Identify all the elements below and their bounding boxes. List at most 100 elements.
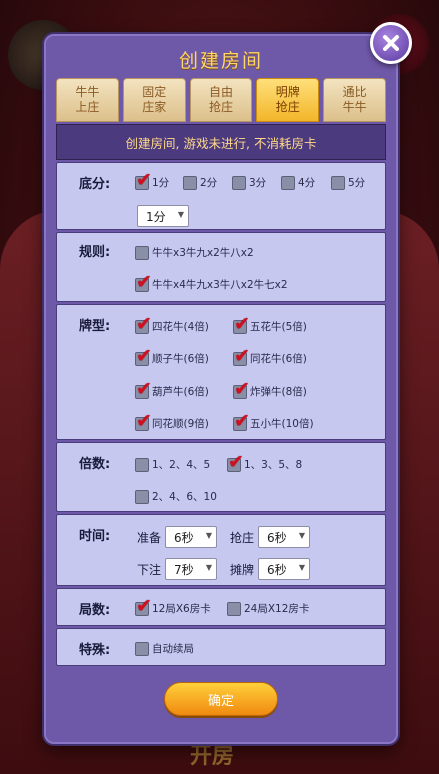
checkbox-icon[interactable] [135, 378, 152, 400]
option-label: 五花牛(5倍) [250, 321, 307, 333]
base-score-option-4[interactable]: 4分 [281, 175, 315, 190]
grab-banker-label: 抢庄 [230, 531, 255, 545]
checkbox-icon[interactable] [233, 378, 250, 400]
section-label: 倍数: [79, 457, 111, 472]
select-value: 6秒 [174, 530, 194, 545]
select-value: 6秒 [267, 562, 287, 577]
section-label: 底分: [79, 177, 111, 192]
bet-time-select[interactable]: 7秒 ▼ [165, 558, 217, 580]
chevron-down-icon: ▼ [298, 563, 305, 572]
option-label: 5分 [348, 177, 366, 189]
section-card-types: 牌型: 四花牛(4倍) 五花牛(5倍) 顺子牛(6倍) 同花牛(6倍) 葫芦牛(… [56, 304, 386, 440]
chevron-down-icon: ▼ [177, 210, 184, 219]
checkbox-icon[interactable] [232, 175, 246, 190]
dialog-title: 创建房间 [178, 50, 263, 72]
option-label: 12局X6房卡 [152, 603, 211, 615]
option-label: 1、2、4、5 [152, 459, 211, 471]
checkbox-icon[interactable] [135, 271, 152, 293]
card-type-option-7[interactable]: 同花顺(9倍) [135, 410, 209, 432]
checkbox-icon[interactable] [233, 410, 250, 432]
checkbox-icon[interactable] [331, 175, 345, 190]
checkbox-icon[interactable] [281, 175, 295, 190]
tab-niuniu-banker[interactable]: 牛牛 上庄 [56, 78, 119, 122]
multiplier-option-1[interactable]: 1、2、4、5 [135, 457, 210, 472]
section-time: 时间: 准备 6秒 ▼ 抢庄 6秒 ▼ 下注 7秒 ▼ 摊牌 6秒 ▼ [56, 514, 386, 586]
checkbox-icon[interactable] [227, 601, 241, 616]
checkbox-icon[interactable] [135, 313, 152, 335]
base-score-option-3[interactable]: 3分 [232, 175, 266, 190]
multiplier-option-3[interactable]: 2、4、6、10 [135, 489, 217, 504]
tab-compare-all[interactable]: 通比 牛牛 [323, 78, 386, 122]
option-label: 1、3、5、8 [244, 459, 303, 471]
close-icon [383, 35, 399, 51]
section-label: 时间: [79, 529, 111, 544]
chevron-down-icon: ▼ [205, 531, 212, 540]
section-base-score: 底分: 1分 2分 3分 4分 5分 1分 ▼ [56, 162, 386, 230]
card-type-option-3[interactable]: 顺子牛(6倍) [135, 345, 209, 367]
option-label: 2分 [200, 177, 218, 189]
rounds-option-2[interactable]: 24局X12房卡 [227, 601, 309, 616]
auto-continue-option[interactable]: 自动续局 [135, 641, 194, 656]
rounds-option-1[interactable]: 12局X6房卡 [135, 595, 211, 617]
chevron-down-icon: ▼ [298, 531, 305, 540]
section-label: 特殊: [79, 643, 111, 658]
checkbox-icon[interactable] [233, 345, 250, 367]
chevron-down-icon: ▼ [205, 563, 212, 572]
card-type-option-2[interactable]: 五花牛(5倍) [233, 313, 307, 335]
section-rounds: 局数: 12局X6房卡 24局X12房卡 [56, 588, 386, 626]
show-cards-label: 摊牌 [230, 563, 255, 577]
notice-banner: 创建房间, 游戏未进行, 不消耗房卡 [56, 124, 386, 160]
option-label: 顺子牛(6倍) [152, 353, 209, 365]
grab-time-select[interactable]: 6秒 ▼ [258, 526, 310, 548]
close-button[interactable] [370, 22, 412, 64]
prepare-time-select[interactable]: 6秒 ▼ [165, 526, 217, 548]
checkbox-icon[interactable] [135, 410, 152, 432]
card-type-option-8[interactable]: 五小牛(10倍) [233, 410, 314, 432]
tab-free-grab[interactable]: 自由 抢庄 [189, 78, 253, 122]
create-room-dialog: 创建房间 牛牛 上庄 固定 庄家 自由 抢庄 明牌 抢庄 通比 牛牛 创建房间,… [44, 22, 412, 744]
checkbox-icon[interactable] [227, 451, 244, 473]
checkbox-icon[interactable] [135, 457, 149, 472]
card-type-option-1[interactable]: 四花牛(4倍) [135, 313, 209, 335]
option-label: 24局X12房卡 [244, 603, 310, 615]
base-score-option-5[interactable]: 5分 [331, 175, 365, 190]
show-time-select[interactable]: 6秒 ▼ [258, 558, 310, 580]
section-label: 规则: [79, 245, 111, 260]
confirm-button[interactable]: 确定 [164, 682, 278, 716]
section-multiplier: 倍数: 1、2、4、5 1、3、5、8 2、4、6、10 [56, 442, 386, 512]
card-type-option-5[interactable]: 葫芦牛(6倍) [135, 378, 209, 400]
base-score-option-1[interactable]: 1分 [135, 169, 170, 191]
option-label: 葫芦牛(6倍) [152, 386, 209, 398]
option-label: 1分 [152, 177, 170, 189]
checkbox-icon[interactable] [135, 641, 149, 656]
option-label: 牛牛x4牛九x3牛八x2牛七x2 [152, 279, 288, 291]
card-type-option-4[interactable]: 同花牛(6倍) [233, 345, 307, 367]
base-score-select[interactable]: 1分 ▼ [137, 205, 189, 227]
rule-option-2[interactable]: 牛牛x4牛九x3牛八x2牛七x2 [135, 271, 288, 293]
checkbox-icon[interactable] [233, 313, 250, 335]
section-label: 局数: [79, 603, 111, 618]
select-value: 7秒 [174, 562, 194, 577]
option-label: 4分 [298, 177, 316, 189]
checkbox-icon[interactable] [135, 245, 149, 260]
section-rules: 规则: 牛牛x3牛九x2牛八x2 牛牛x4牛九x3牛八x2牛七x2 [56, 232, 386, 302]
bet-label: 下注 [137, 563, 162, 577]
checkbox-icon[interactable] [135, 489, 149, 504]
checkbox-icon[interactable] [135, 595, 152, 617]
card-type-option-6[interactable]: 炸弹牛(8倍) [233, 378, 307, 400]
option-label: 四花牛(4倍) [152, 321, 209, 333]
option-label: 3分 [249, 177, 267, 189]
tab-fixed-banker[interactable]: 固定 庄家 [122, 78, 186, 122]
option-label: 同花牛(6倍) [250, 353, 307, 365]
checkbox-icon[interactable] [135, 169, 152, 191]
rule-option-1[interactable]: 牛牛x3牛九x2牛八x2 [135, 245, 254, 260]
checkbox-icon[interactable] [135, 345, 152, 367]
select-value: 1分 [146, 209, 166, 224]
multiplier-option-2[interactable]: 1、3、5、8 [227, 451, 303, 473]
section-label: 牌型: [79, 319, 111, 334]
option-label: 五小牛(10倍) [250, 418, 314, 430]
tab-open-card-grab[interactable]: 明牌 抢庄 [256, 78, 320, 122]
checkbox-icon[interactable] [183, 175, 197, 190]
option-label: 牛牛x3牛九x2牛八x2 [152, 247, 254, 259]
base-score-option-2[interactable]: 2分 [183, 175, 217, 190]
